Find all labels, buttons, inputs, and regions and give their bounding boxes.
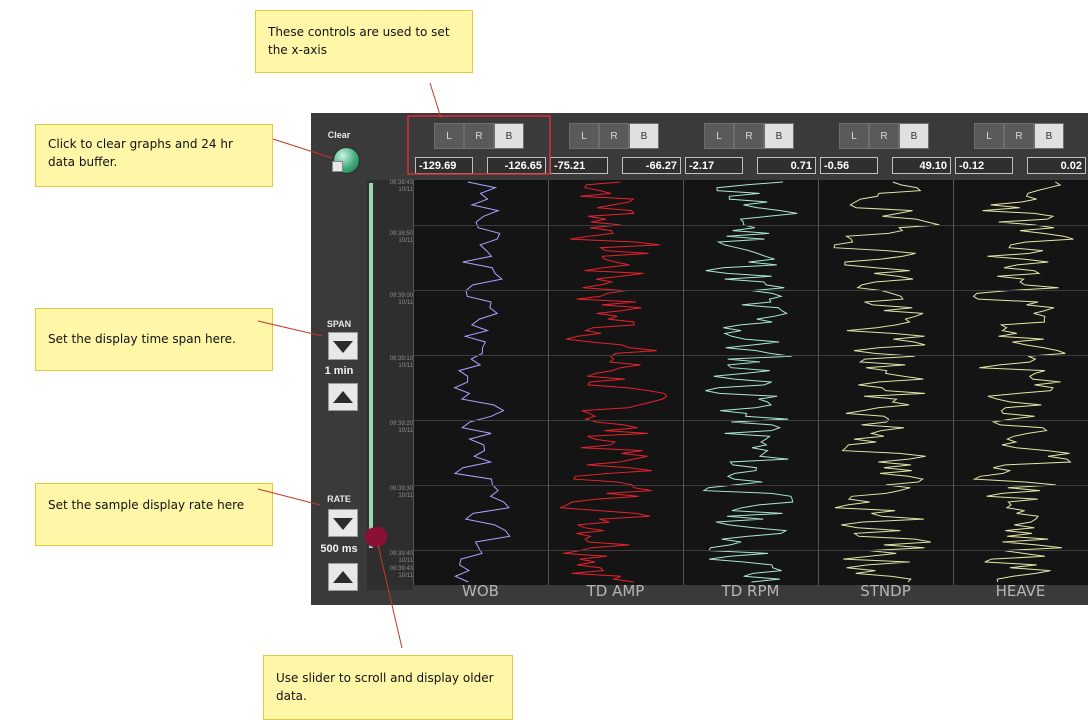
axis-max-field[interactable]: 0.71 — [757, 157, 816, 174]
time-label-date: 10/11 — [398, 573, 413, 579]
track-column — [683, 180, 818, 585]
axis-min-field[interactable]: -0.12 — [955, 157, 1013, 174]
xaxis-mode-l-button[interactable]: L — [839, 123, 869, 149]
time-label-date: 10/11 — [398, 300, 413, 306]
track-name: STNDP — [860, 582, 911, 600]
scroll-slider-knob[interactable] — [365, 527, 387, 547]
track-column — [953, 180, 1088, 585]
rate-value: 500 ms — [320, 543, 358, 555]
clear-button[interactable] — [332, 147, 360, 174]
left-control-strip: Clear SPAN 1 min RATE 500 ms — [311, 113, 367, 605]
time-label: 09:39:00 10/11 — [367, 293, 413, 307]
xaxis-mode-b-button[interactable]: B — [764, 123, 794, 149]
xaxis-mode-l-button[interactable]: L — [434, 123, 464, 149]
arrow-down-icon — [333, 518, 353, 530]
time-label: 09:39:40 10/11 — [367, 551, 413, 565]
axis-max-field[interactable]: -126.65 — [487, 157, 546, 174]
axis-min-field[interactable]: -75.21 — [550, 157, 608, 174]
xaxis-mode-l-button[interactable]: L — [704, 123, 734, 149]
time-label: 09:39:30 10/11 — [367, 486, 413, 500]
xaxis-mode-r-button[interactable]: R — [464, 123, 494, 149]
time-label-time: 09:39:30 — [389, 486, 413, 492]
time-label-date: 10/11 — [398, 363, 413, 369]
track-column — [548, 180, 683, 585]
clear-label: Clear — [327, 130, 351, 140]
arrow-down-icon — [333, 341, 353, 353]
time-label-date: 10/11 — [398, 428, 413, 434]
callout-clear: Click to clear graphs and 24 hr data buf… — [35, 124, 273, 187]
axis-max-field[interactable]: 0.02 — [1027, 157, 1086, 174]
xaxis-mode-r-button[interactable]: R — [869, 123, 899, 149]
time-label-date: 10/11 — [398, 187, 413, 193]
callout-slider: Use slider to scroll and display older d… — [263, 655, 513, 720]
track-name: WOB — [462, 582, 499, 600]
axis-max-field[interactable]: 49.10 — [892, 157, 951, 174]
rate-decrease-button[interactable] — [328, 509, 358, 537]
time-label-time: 09:38:50 — [389, 231, 413, 237]
track-name: TD AMP — [586, 582, 645, 600]
time-label-time: 09:38:43 — [389, 180, 413, 186]
xaxis-mode-group: LRB — [839, 123, 929, 149]
time-label-time: 09:39:10 — [389, 356, 413, 362]
time-label-time: 09:39:40 — [389, 551, 413, 557]
xaxis-mode-r-button[interactable]: R — [734, 123, 764, 149]
span-decrease-button[interactable] — [328, 332, 358, 360]
track-column — [413, 180, 548, 585]
callout-rate: Set the sample display rate here — [35, 483, 273, 546]
time-label: 09:39:43 10/11 — [367, 566, 413, 580]
xaxis-mode-group: LRB — [974, 123, 1064, 149]
time-label: 09:38:43 10/11 — [367, 180, 413, 194]
axis-max-field[interactable]: -66.27 — [622, 157, 681, 174]
xaxis-mode-l-button[interactable]: L — [569, 123, 599, 149]
xaxis-mode-r-button[interactable]: R — [599, 123, 629, 149]
xaxis-mode-r-button[interactable]: R — [1004, 123, 1034, 149]
xaxis-mode-l-button[interactable]: L — [974, 123, 1004, 149]
callout-span: Set the display time span here. — [35, 308, 273, 371]
axis-min-field[interactable]: -129.69 — [415, 157, 473, 174]
chart-area — [413, 180, 1088, 585]
scroll-slider-track[interactable] — [369, 183, 373, 548]
xaxis-mode-b-button[interactable]: B — [629, 123, 659, 149]
clear-indicator-icon — [332, 161, 343, 172]
time-label: 09:38:50 10/11 — [367, 231, 413, 245]
track-name: HEAVE — [995, 582, 1046, 600]
rate-increase-button[interactable] — [328, 563, 358, 591]
time-label-date: 10/11 — [398, 493, 413, 499]
span-increase-button[interactable] — [328, 383, 358, 411]
time-label-time: 09:39:20 — [389, 421, 413, 427]
span-label: SPAN — [326, 319, 352, 329]
arrow-up-icon — [333, 571, 353, 583]
rate-label: RATE — [327, 494, 351, 504]
span-value: 1 min — [324, 365, 354, 377]
callout-xaxis-controls: These controls are used to set the x-axi… — [255, 10, 473, 73]
time-label-time: 09:39:43 — [389, 566, 413, 572]
xaxis-mode-group: LRB — [569, 123, 659, 149]
time-label: 09:39:20 10/11 — [367, 421, 413, 435]
axis-min-field[interactable]: -0.56 — [820, 157, 878, 174]
time-label-date: 10/11 — [398, 558, 413, 564]
xaxis-mode-b-button[interactable]: B — [899, 123, 929, 149]
chart-panel: Clear SPAN 1 min RATE 500 ms 09:38:43 10/… — [311, 113, 1088, 605]
track-column — [818, 180, 953, 585]
time-label-date: 10/11 — [398, 238, 413, 244]
time-label-time: 09:39:00 — [389, 293, 413, 299]
xaxis-mode-group: LRB — [704, 123, 794, 149]
time-label: 09:39:10 10/11 — [367, 356, 413, 370]
xaxis-mode-b-button[interactable]: B — [494, 123, 524, 149]
arrow-up-icon — [333, 391, 353, 403]
xaxis-mode-group: LRB — [434, 123, 524, 149]
track-name: TD RPM — [721, 582, 780, 600]
xaxis-mode-b-button[interactable]: B — [1034, 123, 1064, 149]
axis-min-field[interactable]: -2.17 — [685, 157, 743, 174]
